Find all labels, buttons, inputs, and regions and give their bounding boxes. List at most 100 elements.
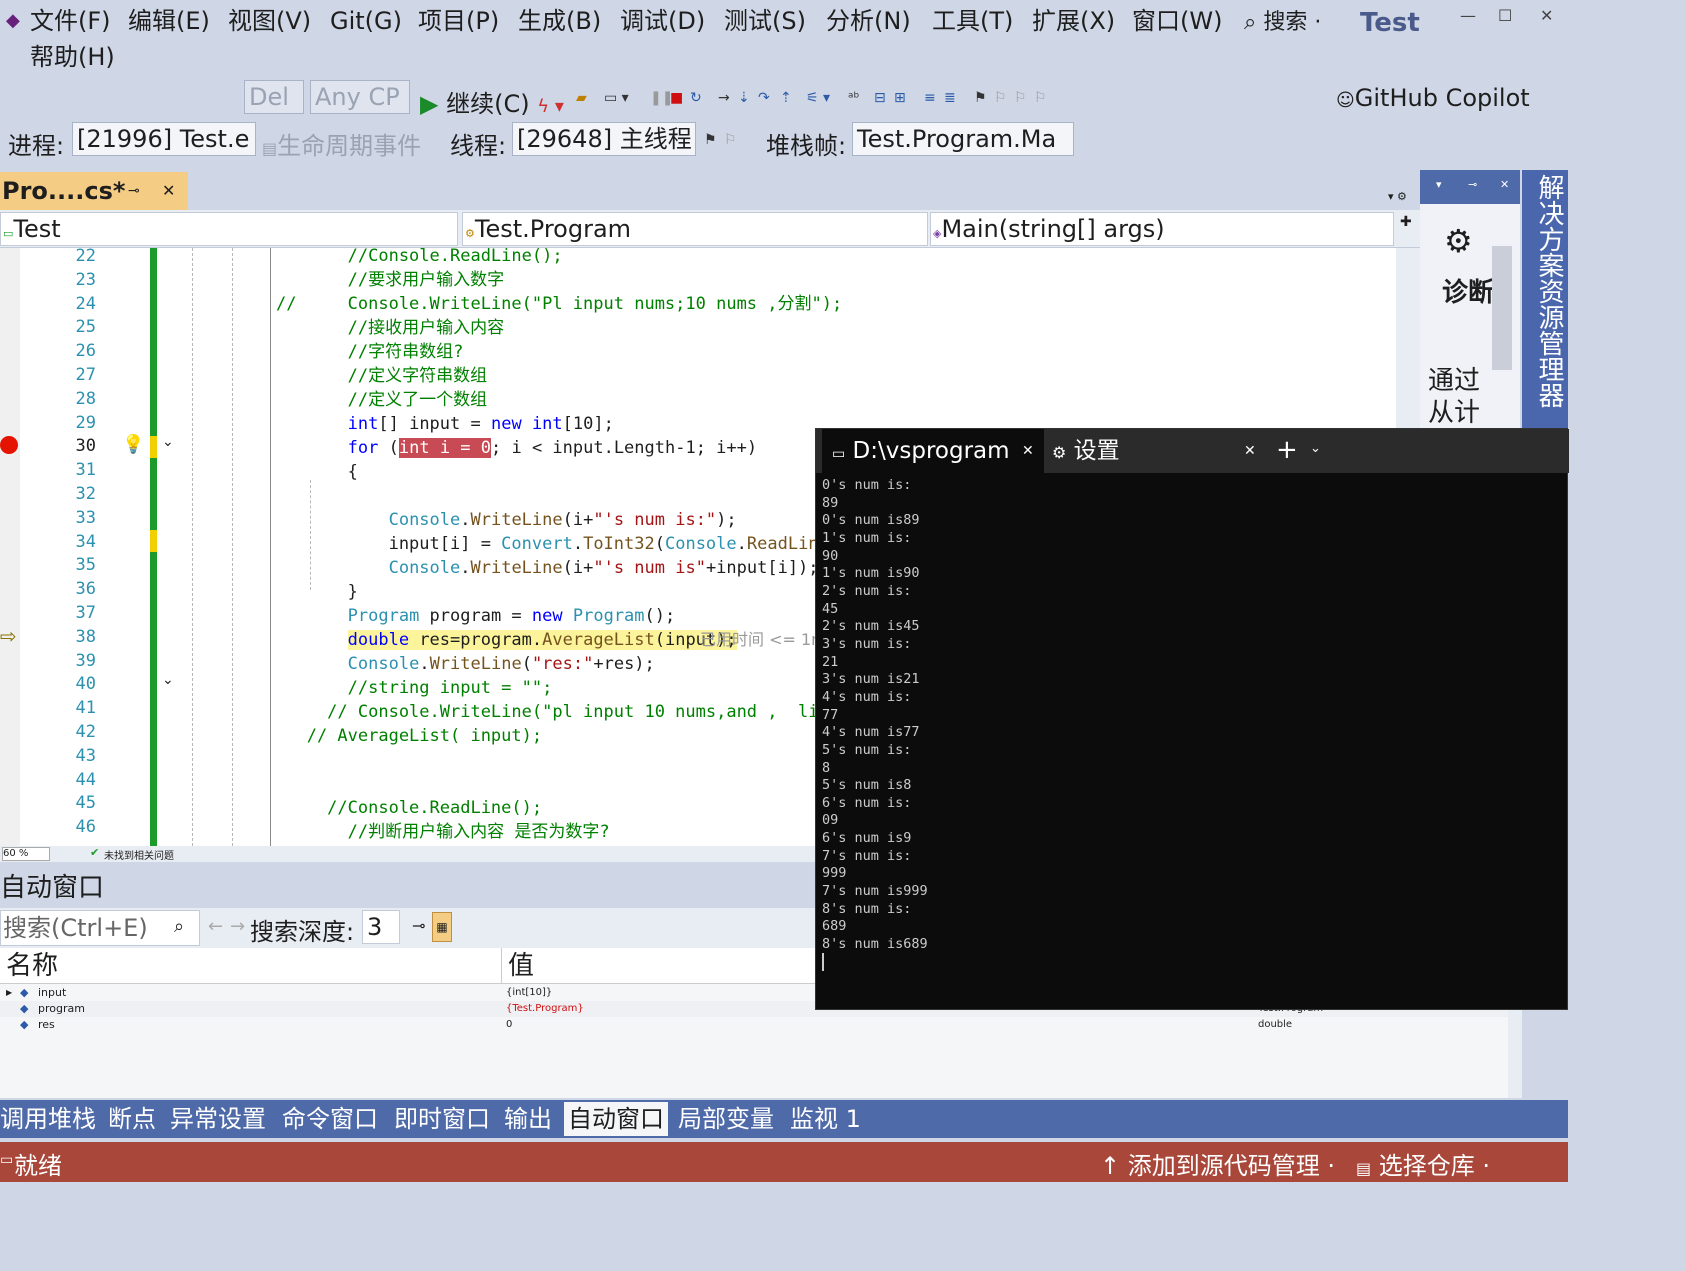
show-next-statement-icon[interactable]: → xyxy=(718,90,730,106)
autos-search-icon[interactable]: ⌕ xyxy=(174,916,184,937)
menu-help[interactable]: 帮助(H) xyxy=(30,42,115,72)
hot-reload-icon[interactable]: ϟ ▾ xyxy=(537,96,564,117)
menu-file[interactable]: 文件(F) xyxy=(30,6,111,36)
menu-extensions[interactable]: 扩展(X) xyxy=(1032,6,1115,36)
spell-icon[interactable]: ᵃᵇ xyxy=(848,90,859,106)
issues-label[interactable]: 未找到相关问题 xyxy=(104,847,174,862)
settings-tab-title: 设置 xyxy=(1073,438,1120,464)
step-into-icon[interactable]: ⇣ xyxy=(738,90,750,106)
breakpoint-icon[interactable] xyxy=(0,436,18,454)
panel-scrollbar[interactable] xyxy=(1492,246,1512,370)
tab-dropdown-icon[interactable]: ⌄ xyxy=(1310,441,1321,456)
config-combo[interactable]: Del xyxy=(244,80,304,114)
menu-tools[interactable]: 工具(T) xyxy=(932,6,1013,36)
editor-scrollbar[interactable] xyxy=(1396,248,1420,428)
new-tab-icon[interactable]: + xyxy=(1276,435,1298,465)
indent-guide-2 xyxy=(232,248,233,846)
document-tab[interactable]: Pro....cs* ⊸ ✕ xyxy=(0,172,188,210)
tab-exception-settings[interactable]: 异常设置 xyxy=(170,1102,266,1136)
lifecycle-events[interactable]: ▤生命周期事件 xyxy=(262,126,421,161)
search-forward-icon[interactable]: → xyxy=(230,916,245,937)
gear-icon[interactable]: ⚙ xyxy=(1444,222,1473,260)
flag-thread-icon[interactable]: ⚐ xyxy=(724,132,737,148)
pin-source-icon[interactable]: ⊸ xyxy=(412,916,425,935)
copilot-button[interactable]: ☺GitHub Copilot xyxy=(1336,84,1530,112)
nav-member-combo[interactable]: ◈Main(string[] args) xyxy=(930,212,1394,246)
platform-combo[interactable]: Any CP xyxy=(310,80,410,114)
format2-icon[interactable]: ⊞ xyxy=(894,90,906,106)
comment-icon[interactable]: ≡ xyxy=(924,90,936,106)
minimize-icon[interactable]: — xyxy=(1460,6,1476,25)
search-box[interactable]: ⌕ 搜索 · xyxy=(1244,4,1321,36)
hot-swap-icon[interactable]: ⚟ ▾ xyxy=(806,90,830,106)
bookmark-clear-icon[interactable]: ⚐ xyxy=(1034,90,1047,106)
menu-git[interactable]: Git(G) xyxy=(330,6,402,36)
collapse-icon-2[interactable]: ⌄ xyxy=(162,672,174,688)
menu-edit[interactable]: 编辑(E) xyxy=(128,6,210,36)
nav-project-combo[interactable]: ▭Test xyxy=(0,212,458,246)
collapse-icon[interactable]: ⌄ xyxy=(162,434,174,450)
menu-project[interactable]: 项目(P) xyxy=(418,6,499,36)
search-back-icon[interactable]: ← xyxy=(208,916,223,937)
terminal-window[interactable]: ▭ D:\vsprogram ✕ ⚙ 设置 ✕ + ⌄ 0's num is: … xyxy=(815,428,1569,1010)
maximize-icon[interactable]: ☐ xyxy=(1498,6,1512,25)
panel-dropdown-icon[interactable]: ▾ xyxy=(1436,178,1442,191)
tab-watch-1[interactable]: 监视 1 xyxy=(790,1102,861,1136)
bookmark-prev-icon[interactable]: ⚐ xyxy=(994,90,1007,106)
step-out-icon[interactable]: ⇡ xyxy=(780,90,792,106)
depth-combo[interactable]: 3 xyxy=(362,910,400,944)
table-row[interactable]: ◆ res 0 double xyxy=(0,1017,1508,1033)
add-source-control[interactable]: ↑ 添加到源代码管理 · xyxy=(1100,1146,1335,1181)
split-icon[interactable]: ✚ xyxy=(1400,214,1412,230)
restart-icon[interactable]: ↻ xyxy=(690,90,702,106)
bookmark-icon[interactable]: ⚑ xyxy=(974,90,987,106)
autos-search-input[interactable]: 搜索(Ctrl+E) xyxy=(0,910,200,946)
stop-icon[interactable]: ■ xyxy=(670,90,683,106)
hex-toggle-icon[interactable]: ▦ xyxy=(432,912,452,942)
zoom-combo[interactable]: 60 % xyxy=(2,847,50,861)
menu-test[interactable]: 测试(S) xyxy=(724,6,806,36)
settings-tab[interactable]: ⚙ 设置 ✕ xyxy=(1052,429,1262,473)
bookmark-next-icon[interactable]: ⚐ xyxy=(1014,90,1027,106)
lightbulb-icon[interactable]: 💡 xyxy=(122,434,144,455)
panel-pin-icon[interactable]: ⊸ xyxy=(1468,178,1477,191)
select-repo[interactable]: ▤ 选择仓库 · xyxy=(1356,1146,1490,1181)
expand-icon[interactable]: ▶ xyxy=(6,985,12,1001)
menu-window[interactable]: 窗口(W) xyxy=(1132,6,1222,36)
column-name-header[interactable]: 名称 xyxy=(0,948,502,984)
tab-autos[interactable]: 自动窗口 xyxy=(564,1102,668,1136)
tab-command-window[interactable]: 命令窗口 xyxy=(282,1102,378,1136)
terminal-tab-close-icon[interactable]: ✕ xyxy=(1022,429,1034,473)
uncomment-icon[interactable]: ≣ xyxy=(944,90,956,106)
continue-button[interactable]: ▶ 继续(C) ϟ ▾ xyxy=(420,84,564,119)
menu-debug[interactable]: 调试(D) xyxy=(620,6,705,36)
panel-close-icon[interactable]: ✕ xyxy=(1500,178,1509,191)
solution-explorer-vertical-tab[interactable]: 解决方案资源管理器 xyxy=(1522,170,1568,430)
tab-output[interactable]: 输出 xyxy=(504,1102,552,1136)
process-combo[interactable]: [21996] Test.e xyxy=(72,122,256,156)
vs-logo-icon[interactable]: ◆ xyxy=(6,6,20,36)
tab-immediate-window[interactable]: 即时窗口 xyxy=(394,1102,490,1136)
breakpoint-gutter[interactable] xyxy=(0,248,20,846)
menu-build[interactable]: 生成(B) xyxy=(518,6,601,36)
thread-combo[interactable]: [29648] 主线程 xyxy=(512,122,696,156)
settings-tab-close-icon[interactable]: ✕ xyxy=(1244,429,1256,473)
tab-locals[interactable]: 局部变量 xyxy=(678,1102,774,1136)
terminal-tab[interactable]: ▭ D:\vsprogram ✕ xyxy=(822,429,1044,473)
status-bar: ▭ 就绪 ↑ 添加到源代码管理 · ▤ 选择仓库 · xyxy=(0,1142,1568,1182)
tab-dropdown-icon[interactable]: ▾ ⚙ xyxy=(1388,190,1407,203)
flag-icon[interactable]: ⚑ xyxy=(704,132,717,148)
stack-frame-combo[interactable]: Test.Program.Ma xyxy=(852,122,1074,156)
menu-view[interactable]: 视图(V) xyxy=(228,6,311,36)
browse-icon[interactable]: ▰ xyxy=(576,90,587,106)
menu-analyze[interactable]: 分析(N) xyxy=(826,6,911,36)
pin-icon[interactable]: ⊸ xyxy=(128,172,140,210)
window-icon[interactable]: ▭ ▾ xyxy=(604,90,629,106)
tab-breakpoints[interactable]: 断点 xyxy=(108,1102,156,1136)
format-icon[interactable]: ⊟ xyxy=(874,90,886,106)
tab-call-stack[interactable]: 调用堆栈 xyxy=(0,1102,96,1136)
tab-close-icon[interactable]: ✕ xyxy=(162,172,175,210)
close-icon[interactable]: ✕ xyxy=(1540,6,1553,25)
nav-class-combo[interactable]: ⚙Test.Program xyxy=(462,212,928,246)
step-over-icon[interactable]: ↷ xyxy=(758,90,770,106)
